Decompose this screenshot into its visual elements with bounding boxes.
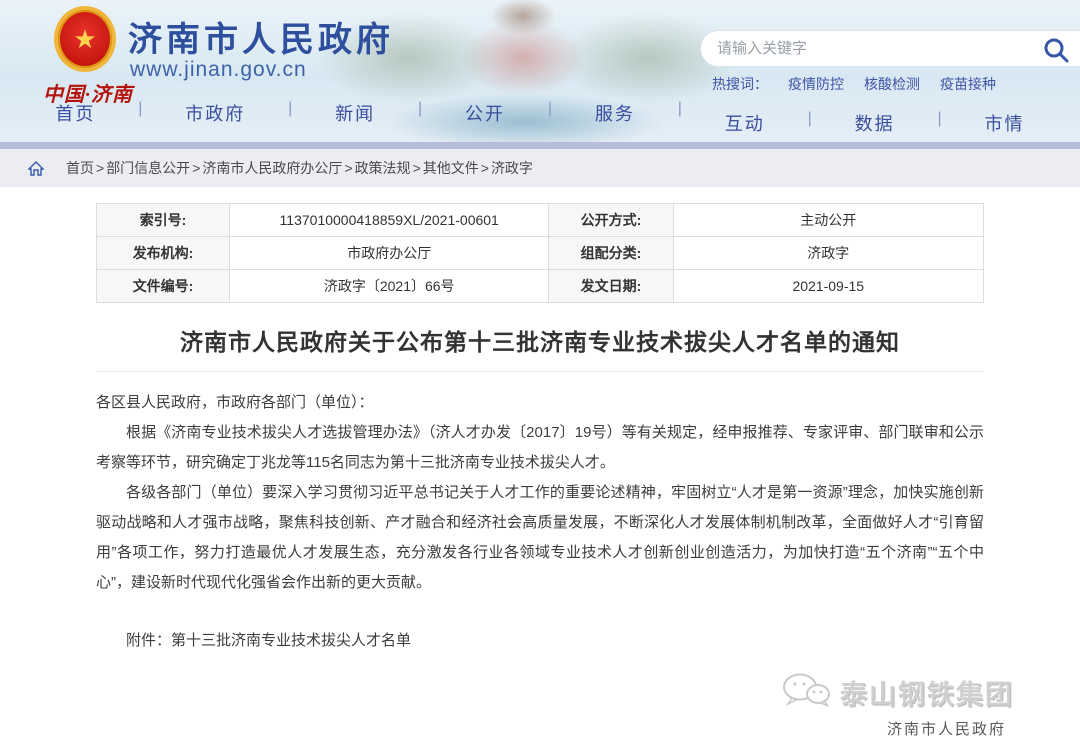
nav-separator: | (288, 100, 292, 118)
meta-value-index-number: 1137010000418859XL/2021-00601 (230, 204, 549, 237)
paragraph-1: 根据《济南专业技术拔尖人才选拔管理办法》（济人才办发〔2017〕19号）等有关规… (96, 418, 984, 478)
nav-separator: | (938, 110, 942, 128)
national-emblem-logo: ★ (54, 6, 116, 72)
paragraph-2: 各级各部门（单位）要深入学习贯彻习近平总书记关于人才工作的重要论述精神，牢固树立… (96, 478, 984, 598)
watermark-text: 泰山钢铁集团 (840, 673, 1014, 712)
meta-label-disclosure-method: 公开方式: (549, 204, 673, 237)
breadcrumb-item-government-office[interactable]: 济南市人民政府办公厅 (202, 158, 342, 178)
publisher-name: 济南市人民政府 (780, 718, 1014, 739)
star-icon: ★ (73, 26, 96, 52)
main-nav: 首页 | 市政府 | 新闻 | 公开 | 服务 | 互动 | 数据 | 市情 (0, 100, 1080, 126)
nav-item-data[interactable]: 数据 (855, 110, 895, 136)
breadcrumb-item-jizhengzi[interactable]: 济政字 (491, 158, 533, 178)
breadcrumb-item-home[interactable]: 首页 (66, 158, 94, 178)
nav-item-news[interactable]: 新闻 (335, 100, 375, 126)
page-title: 济南市人民政府关于公布第十三批济南专业技术拔尖人才名单的通知 (96, 323, 984, 372)
site-url: www.jinan.gov.cn (130, 58, 307, 82)
nav-item-government[interactable]: 市政府 (185, 100, 245, 126)
search-box[interactable] (700, 30, 1080, 67)
page: ★ 中国·济南 济南市人民政府 www.jinan.gov.cn 热搜词： 疫情… (0, 0, 1080, 747)
breadcrumb-separator: > (344, 160, 352, 176)
meta-label-category: 组配分类: (549, 237, 673, 270)
meta-value-category: 济政字 (673, 237, 983, 270)
breadcrumb-item-other-documents[interactable]: 其他文件 (423, 158, 479, 178)
search-input[interactable] (701, 31, 1080, 66)
nav-item-city-profile[interactable]: 市情 (985, 110, 1025, 136)
site-title: 济南市人民政府 (128, 12, 394, 61)
document-content: 索引号: 1137010000418859XL/2021-00601 公开方式:… (96, 187, 984, 656)
breadcrumb-item-policy-regulations[interactable]: 政策法规 (355, 158, 411, 178)
nav-item-disclosure[interactable]: 公开 (465, 100, 505, 126)
attachment-line: 附件：第十三批济南专业技术拔尖人才名单 (96, 626, 984, 656)
hot-search-item-nucleic-acid[interactable]: 核酸检测 (864, 74, 920, 94)
meta-value-document-number: 济政字〔2021〕66号 (230, 270, 549, 303)
home-icon[interactable] (28, 161, 44, 176)
salutation-line: 各区县人民政府，市政府各部门（单位）： (96, 388, 984, 418)
meta-value-issuing-agency: 市政府办公厅 (230, 237, 549, 270)
nav-item-interaction[interactable]: 互动 (725, 110, 765, 136)
table-row: 索引号: 1137010000418859XL/2021-00601 公开方式:… (97, 204, 984, 237)
nav-item-home[interactable]: 首页 (55, 100, 95, 126)
meta-label-index-number: 索引号: (97, 204, 230, 237)
meta-label-issuing-agency: 发布机构: (97, 237, 230, 270)
breadcrumb: 首页 > 部门信息公开 > 济南市人民政府办公厅 > 政策法规 > 其他文件 >… (0, 149, 1080, 187)
nav-separator: | (808, 110, 812, 128)
breadcrumb-separator: > (481, 160, 489, 176)
breadcrumb-separator: > (96, 160, 104, 176)
wechat-icon (780, 672, 832, 713)
page-footer: 泰山钢铁集团 济南市人民政府 (780, 672, 1014, 739)
meta-label-issue-date: 发文日期: (549, 270, 673, 303)
breadcrumb-item-info-disclosure[interactable]: 部门信息公开 (106, 158, 190, 178)
hot-search-item-epidemic[interactable]: 疫情防控 (788, 74, 844, 94)
site-banner: ★ 中国·济南 济南市人民政府 www.jinan.gov.cn 热搜词： 疫情… (0, 0, 1080, 142)
search-icon[interactable] (1043, 37, 1069, 68)
meta-value-disclosure-method: 主动公开 (673, 204, 983, 237)
document-body: 各区县人民政府，市政府各部门（单位）： 根据《济南专业技术拔尖人才选拔管理办法》… (96, 388, 984, 656)
watermark: 泰山钢铁集团 (780, 672, 1014, 713)
hot-search-item-vaccine[interactable]: 疫苗接种 (940, 74, 996, 94)
hot-search-row: 热搜词： 疫情防控 核酸检测 疫苗接种 (712, 74, 996, 94)
document-meta-table: 索引号: 1137010000418859XL/2021-00601 公开方式:… (96, 203, 984, 303)
nav-separator: | (678, 100, 682, 118)
nav-separator: | (138, 100, 142, 118)
nav-separator: | (548, 100, 552, 118)
meta-value-issue-date: 2021-09-15 (673, 270, 983, 303)
nav-separator: | (418, 100, 422, 118)
hot-search-label: 热搜词： (712, 74, 768, 94)
meta-label-document-number: 文件编号: (97, 270, 230, 303)
banner-bottom-strip (0, 142, 1080, 149)
table-row: 文件编号: 济政字〔2021〕66号 发文日期: 2021-09-15 (97, 270, 984, 303)
table-row: 发布机构: 市政府办公厅 组配分类: 济政字 (97, 237, 984, 270)
breadcrumb-separator: > (413, 160, 421, 176)
breadcrumb-separator: > (192, 160, 200, 176)
nav-item-services[interactable]: 服务 (595, 100, 635, 126)
